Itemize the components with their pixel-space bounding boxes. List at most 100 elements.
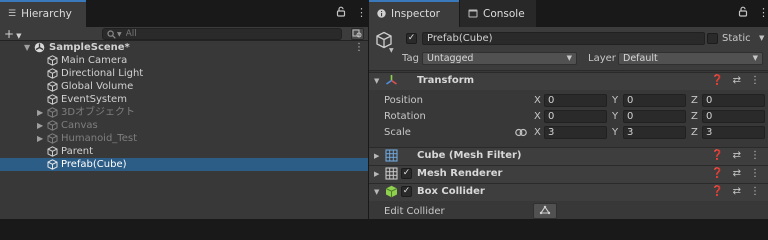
- edit-collider-button[interactable]: [533, 203, 557, 219]
- list-item-label: Global Volume: [61, 81, 134, 92]
- scene-row[interactable]: ▼ SampleScene* ⋮: [0, 41, 368, 54]
- axis-x-label: X: [534, 127, 541, 138]
- list-item[interactable]: Parent: [0, 145, 368, 158]
- list-item-label: Canvas: [61, 120, 98, 131]
- box-collider-enabled-checkbox[interactable]: ✓: [401, 186, 412, 197]
- active-checkbox[interactable]: ✓: [406, 33, 417, 44]
- help-icon[interactable]: ❓: [711, 75, 723, 87]
- expand-arrow-icon[interactable]: ▶: [37, 132, 43, 145]
- object-name-field[interactable]: Prefab(Cube): [422, 32, 705, 45]
- tab-active-indicator: [0, 0, 86, 2]
- chevron-down-icon: ▼: [16, 32, 22, 40]
- scale-x-field[interactable]: 3: [544, 126, 607, 139]
- position-z-field[interactable]: 0: [702, 94, 765, 107]
- list-item[interactable]: Global Volume: [0, 80, 368, 93]
- presets-icon[interactable]: ⇄: [733, 186, 741, 198]
- help-icon[interactable]: ❓: [711, 150, 723, 162]
- rotation-y-field[interactable]: 0: [623, 110, 686, 123]
- more-menu-icon[interactable]: ⋮: [750, 75, 760, 87]
- search-input[interactable]: [125, 29, 326, 39]
- chevron-down-icon: ▼: [566, 54, 572, 62]
- box-collider-title: Box Collider: [417, 186, 485, 197]
- list-icon: ☰: [8, 8, 17, 19]
- axis-y-label: Y: [612, 111, 619, 122]
- axis-z-label: Z: [691, 127, 698, 138]
- box-collider-icon: [385, 185, 398, 198]
- tab-console[interactable]: Console: [460, 0, 536, 27]
- help-icon[interactable]: ❓: [711, 168, 723, 180]
- link-icon[interactable]: [515, 128, 527, 137]
- edit-bounds-icon: [539, 205, 551, 215]
- tab-active-indicator: [369, 0, 459, 2]
- position-y-field[interactable]: 0: [623, 94, 686, 107]
- position-label: Position: [384, 95, 423, 106]
- scene-visibility-button[interactable]: [351, 28, 364, 40]
- hierarchy-panel-actions: ⋮: [336, 6, 367, 19]
- more-menu-icon[interactable]: ⋮: [354, 41, 364, 54]
- expand-arrow-icon[interactable]: ▶: [37, 106, 43, 119]
- console-icon: [468, 9, 478, 18]
- mesh-renderer-enabled-checkbox[interactable]: ✓: [401, 168, 412, 179]
- expand-arrow-icon[interactable]: ▶: [374, 152, 379, 160]
- list-item[interactable]: ▶ Humanoid_Test: [0, 132, 368, 145]
- expand-arrow-icon[interactable]: ▶: [37, 119, 43, 132]
- more-menu-icon[interactable]: ⋮: [356, 6, 367, 19]
- position-x-field[interactable]: 0: [544, 94, 607, 107]
- scale-z-field[interactable]: 3: [702, 126, 765, 139]
- tab-hierarchy[interactable]: ☰ Hierarchy: [0, 0, 86, 27]
- layer-label: Layer: [588, 53, 616, 64]
- list-item-label: EventSystem: [61, 94, 127, 105]
- hierarchy-search[interactable]: ▼: [102, 28, 342, 40]
- hierarchy-panel: ☰ Hierarchy ⋮ +▼ ▼ ▼ SampleScene* ⋮ Main…: [0, 0, 368, 219]
- chevron-down-icon[interactable]: ▼: [389, 47, 394, 54]
- tab-inspector[interactable]: Inspector: [369, 0, 459, 27]
- gameobject-cube-icon: [47, 159, 58, 170]
- axis-z-label: Z: [691, 111, 698, 122]
- layer-dropdown[interactable]: Default ▼: [618, 52, 763, 65]
- list-item-label: Humanoid_Test: [61, 133, 138, 144]
- lock-icon[interactable]: [336, 6, 346, 19]
- gameobject-cube-icon: [47, 133, 58, 144]
- axis-z-label: Z: [691, 95, 698, 106]
- tag-label: Tag: [402, 53, 419, 64]
- chevron-down-icon: ▼: [117, 30, 122, 38]
- more-menu-icon[interactable]: ⋮: [750, 168, 760, 180]
- lock-icon[interactable]: [738, 6, 748, 19]
- scale-y-field[interactable]: 3: [623, 126, 686, 139]
- list-item[interactable]: Main Camera: [0, 54, 368, 67]
- help-icon[interactable]: ❓: [711, 186, 723, 198]
- list-item[interactable]: Directional Light: [0, 67, 368, 80]
- collapse-arrow-icon[interactable]: ▼: [24, 41, 30, 54]
- presets-icon[interactable]: ⇄: [733, 168, 741, 180]
- more-menu-icon[interactable]: ⋮: [750, 186, 760, 198]
- inspector-panel-actions: ⋮: [738, 6, 768, 19]
- static-dropdown-arrow-icon[interactable]: ▼: [759, 32, 764, 45]
- rotation-x-field[interactable]: 0: [544, 110, 607, 123]
- expand-arrow-icon[interactable]: ▶: [374, 170, 379, 178]
- scale-label: Scale: [384, 127, 411, 138]
- box-collider-header-actions: ❓ ⇄ ⋮: [711, 186, 760, 198]
- axis-x-label: X: [534, 111, 541, 122]
- collapse-arrow-icon[interactable]: ▼: [374, 188, 379, 196]
- presets-icon[interactable]: ⇄: [733, 150, 741, 162]
- collapse-arrow-icon[interactable]: ▼: [374, 77, 379, 85]
- list-item[interactable]: ▶ Canvas: [0, 119, 368, 132]
- list-item[interactable]: EventSystem: [0, 93, 368, 106]
- list-item[interactable]: ▶ 3Dオブジェクト: [0, 106, 368, 119]
- list-item-selected[interactable]: Prefab(Cube): [0, 158, 368, 171]
- edit-collider-label: Edit Collider: [384, 206, 445, 217]
- tag-dropdown[interactable]: Untagged ▼: [422, 52, 577, 65]
- presets-icon[interactable]: ⇄: [733, 75, 741, 87]
- list-item-label: Parent: [61, 146, 94, 157]
- mesh-renderer-header-actions: ❓ ⇄ ⋮: [711, 168, 760, 180]
- rotation-label: Rotation: [384, 111, 426, 122]
- rotation-z-field[interactable]: 0: [702, 110, 765, 123]
- search-scene-icon: [352, 29, 362, 38]
- tab-inspector-label: Inspector: [391, 7, 440, 20]
- more-menu-icon[interactable]: ⋮: [750, 150, 760, 162]
- static-checkbox[interactable]: [707, 33, 718, 44]
- list-item-label: Directional Light: [61, 68, 144, 79]
- list-item-label: Main Camera: [61, 55, 128, 66]
- axis-y-label: Y: [612, 127, 619, 138]
- more-menu-icon[interactable]: ⋮: [758, 6, 768, 19]
